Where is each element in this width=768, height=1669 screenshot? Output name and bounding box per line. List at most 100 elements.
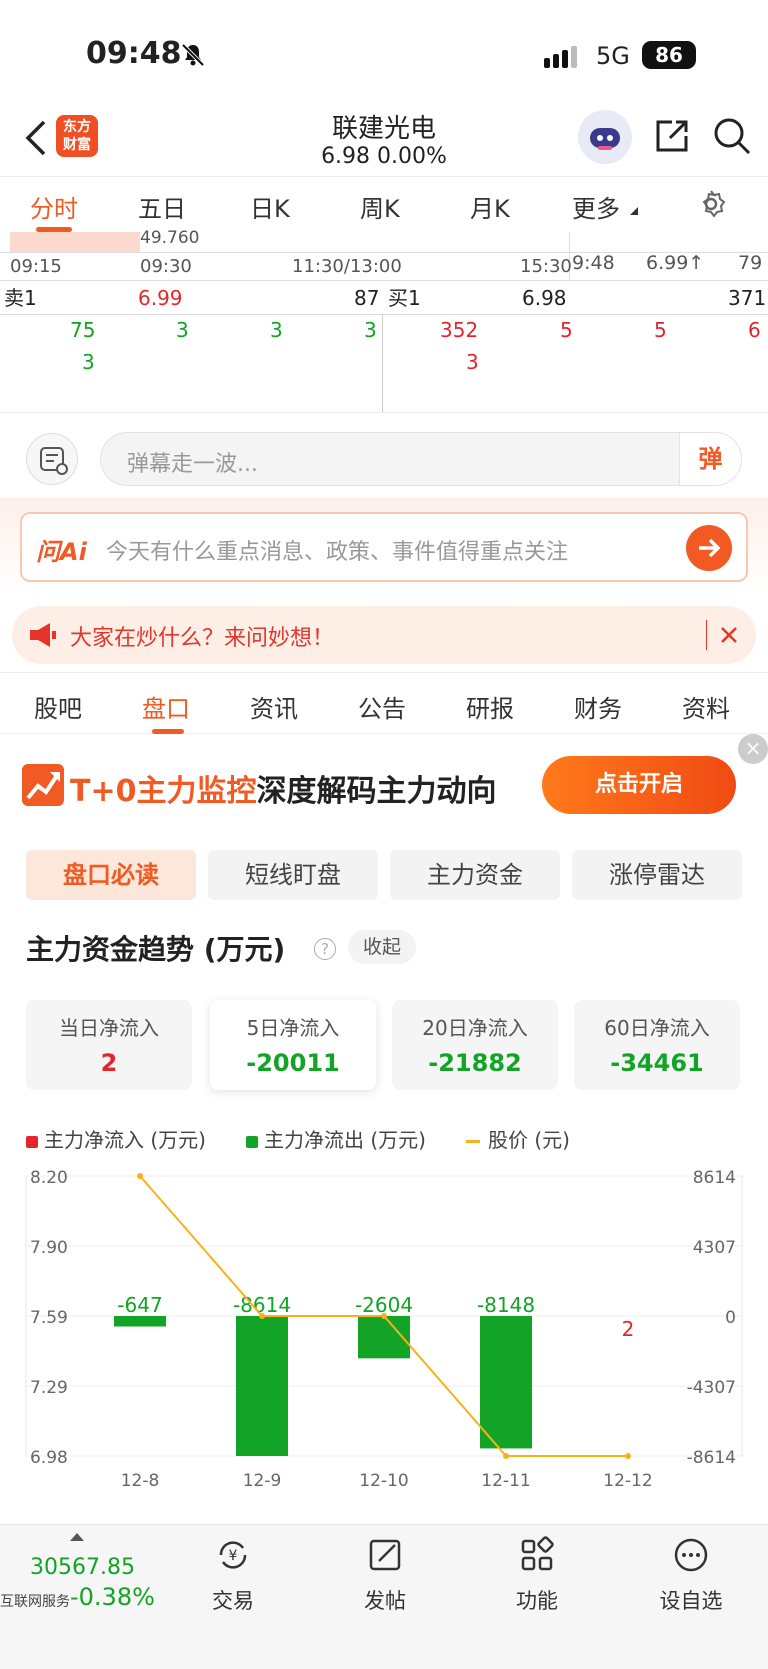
left-axis-tick: 7.59 xyxy=(30,1308,68,1328)
sell1-label: 卖1 xyxy=(4,286,37,310)
sell-queue-item: 3 xyxy=(364,318,377,342)
chart-legend: 主力净流入 (万元) 主力净流出 (万元) 股价 (元) xyxy=(26,1124,746,1156)
danmu-settings-button[interactable] xyxy=(26,433,78,485)
card-value: -21882 xyxy=(428,1049,522,1077)
yuan-exchange-icon: ¥ xyxy=(219,1541,247,1569)
divider xyxy=(382,314,383,412)
bar-value-label: 2 xyxy=(622,1317,635,1341)
order-book-level1: 卖1 6.99 87 买1 6.98 371 xyxy=(0,282,768,314)
subtab-main-funds[interactable]: 主力资金 xyxy=(390,850,560,900)
divider xyxy=(0,314,768,315)
tab-announcements[interactable]: 公告 xyxy=(358,689,406,724)
subtab-short-watch[interactable]: 短线盯盘 xyxy=(208,850,378,900)
tab-finance[interactable]: 财务 xyxy=(574,689,622,724)
tab-five-day[interactable]: 五日 xyxy=(138,189,186,224)
network-type: 5G xyxy=(596,42,630,70)
more-triangle-icon xyxy=(630,207,638,215)
funds-trend-chart: 8.20 8614 7.90 4307 7.59 0 7.29 -4307 6.98 -8614 -… xyxy=(0,1166,768,1496)
card-20day-inflow[interactable]: 20日净流入 -21882 xyxy=(392,1000,558,1090)
tab-guba[interactable]: 股吧 xyxy=(34,689,82,724)
time-label: 11:30/13:00 xyxy=(292,256,402,277)
share-icon[interactable] xyxy=(652,116,692,156)
chart-period-tabs: 分时 五日 日K 周K 月K 更多 xyxy=(0,176,768,232)
bar xyxy=(236,1316,288,1456)
index-value[interactable]: 30567.85 xyxy=(30,1555,135,1580)
buy1-volume: 371 xyxy=(728,286,767,310)
pankou-sub-tabs: 盘口必读 短线盯盘 主力资金 涨停雷达 xyxy=(0,850,768,902)
tab-more[interactable]: 更多 xyxy=(572,189,620,224)
megaphone-icon xyxy=(30,623,56,647)
ai-prompt: 今天有什么重点消息、政策、事件值得重点关注 xyxy=(106,540,569,565)
time-label: 09:30 xyxy=(140,256,192,277)
left-axis-tick: 7.29 xyxy=(30,1378,68,1398)
ai-question-input[interactable]: 问Ai 今天有什么重点消息、政策、事件值得重点关注 xyxy=(20,512,748,582)
settings-gear-icon[interactable] xyxy=(696,189,726,219)
edit-icon xyxy=(369,1539,401,1571)
price-point xyxy=(381,1313,387,1319)
tick-volume: 79 xyxy=(738,252,763,274)
nav-label: 功能 xyxy=(516,1589,558,1613)
subtab-must-read[interactable]: 盘口必读 xyxy=(26,850,196,900)
card-label: 5日净流入 xyxy=(246,1016,340,1040)
search-icon[interactable] xyxy=(712,116,752,156)
left-axis-tick: 6.98 xyxy=(30,1448,68,1468)
tab-monthly-k[interactable]: 月K xyxy=(470,189,510,224)
x-axis-tick: 12-12 xyxy=(603,1471,652,1491)
tab-news[interactable]: 资讯 xyxy=(250,689,298,724)
danmu-send-button[interactable]: 弹 xyxy=(679,433,741,485)
buy-queue-item: 3 xyxy=(466,350,479,374)
legend-inflow: 主力净流入 (万元) xyxy=(26,1124,206,1153)
collapse-button[interactable]: 收起 xyxy=(348,930,416,964)
legend-outflow: 主力净流出 (万元) xyxy=(246,1124,426,1153)
tab-profile[interactable]: 资料 xyxy=(682,689,730,724)
tab-weekly-k[interactable]: 周K xyxy=(360,189,400,224)
sell-queue-item: 3 xyxy=(176,318,189,342)
tab-research[interactable]: 研报 xyxy=(466,689,514,724)
bar xyxy=(114,1316,166,1327)
card-60day-inflow[interactable]: 60日净流入 -34461 xyxy=(574,1000,740,1090)
promo-open-button[interactable]: 点击开启 xyxy=(542,756,736,814)
nav-trade[interactable]: ¥ 交易 xyxy=(188,1535,278,1615)
promo-highlight: T+0主力监控 xyxy=(70,774,257,809)
subtab-limit-radar[interactable]: 涨停雷达 xyxy=(572,850,742,900)
card-value: 2 xyxy=(100,1049,118,1077)
ai-question-section: 问Ai 今天有什么重点消息、政策、事件值得重点关注 xyxy=(0,498,768,594)
price-point xyxy=(625,1453,631,1459)
tab-intraday[interactable]: 分时 xyxy=(30,189,78,224)
robot-avatar-icon[interactable] xyxy=(578,110,632,164)
more-dots-icon xyxy=(674,1538,708,1572)
ai-logo: 问Ai xyxy=(36,538,87,566)
buy-queue-item: 5 xyxy=(654,318,667,342)
help-icon[interactable]: ? xyxy=(314,938,336,960)
card-label: 20日净流入 xyxy=(422,1016,528,1040)
left-axis-tick: 8.20 xyxy=(30,1168,68,1188)
tab-daily-k[interactable]: 日K xyxy=(250,189,290,224)
price-point xyxy=(259,1313,265,1319)
danmu-settings-icon xyxy=(40,447,68,475)
funds-trend-title: 主力资金趋势 (万元) xyxy=(26,933,286,966)
nav-functions[interactable]: 功能 xyxy=(492,1535,582,1615)
nav-post[interactable]: 发帖 xyxy=(340,1535,430,1615)
notice-banner[interactable]: 大家在炒什么？来问妙想！ xyxy=(12,606,756,664)
ai-go-button[interactable] xyxy=(686,525,732,571)
x-axis-tick: 12-11 xyxy=(481,1471,530,1491)
tab-pankou[interactable]: 盘口 xyxy=(142,689,190,724)
right-axis-tick: 0 xyxy=(725,1308,736,1328)
nav-add-watchlist[interactable]: 设自选 xyxy=(646,1535,736,1615)
close-icon[interactable] xyxy=(720,626,738,644)
buy-queue-item: 352 xyxy=(440,318,479,342)
index-name: 互联网服务 xyxy=(0,1594,70,1610)
battery-indicator: 86 xyxy=(642,41,696,69)
danmu-placeholder: 弹幕走一波... xyxy=(127,452,258,477)
card-today-inflow[interactable]: 当日净流入 2 xyxy=(26,1000,192,1090)
grid-apps-icon xyxy=(521,1536,554,1571)
nav-label: 设自选 xyxy=(659,1589,723,1613)
card-value: -20011 xyxy=(246,1049,340,1077)
funds-trend-svg: 8.20 8614 7.90 4307 7.59 0 7.29 -4307 6.98 -8614 -… xyxy=(25,1168,743,1491)
promo-close-icon[interactable]: × xyxy=(738,734,768,764)
bar-value-label: -8148 xyxy=(477,1293,535,1317)
card-5day-inflow[interactable]: 5日净流入 -20011 xyxy=(210,1000,376,1090)
danmu-input[interactable]: 弹幕走一波... 弹 xyxy=(100,432,742,486)
notice-text: 大家在炒什么？来问妙想！ xyxy=(70,626,335,651)
index-change: -0.38% xyxy=(70,1583,155,1611)
